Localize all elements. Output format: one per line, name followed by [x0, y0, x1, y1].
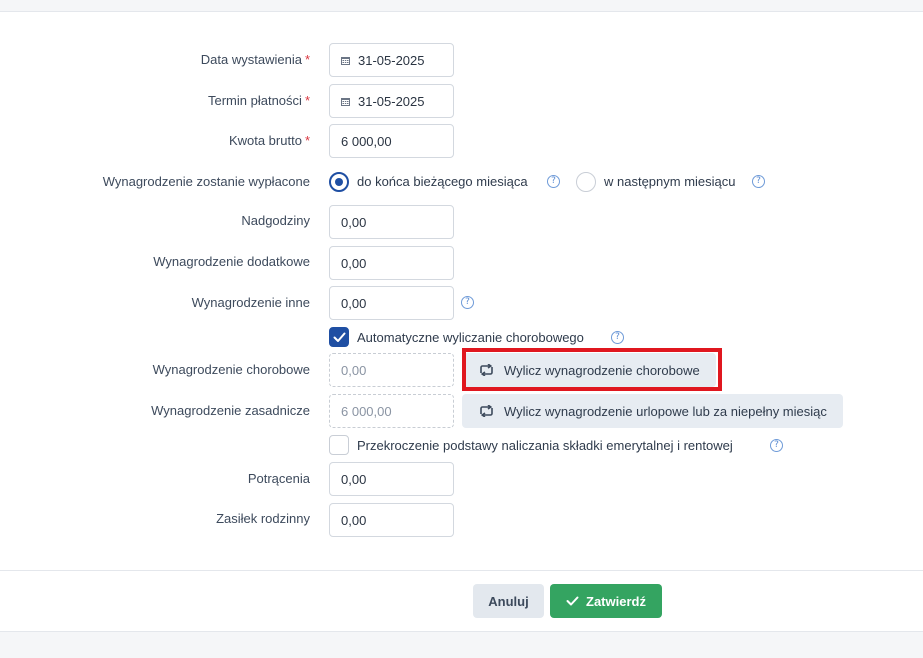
data-wystawienia-value: 31-05-2025 — [358, 52, 425, 68]
wyn-dodatkowe-input[interactable]: 0,00 — [329, 246, 454, 280]
required-mark: * — [304, 93, 310, 108]
data-wystawienia-label: Data wystawienia * — [200, 52, 310, 67]
wylicz-urlopowe-label: Wylicz wynagrodzenie urlopowe lub za nie… — [504, 403, 827, 419]
radio-do-konca-miesiaca-label[interactable]: do końca bieżącego miesiąca — [357, 174, 528, 189]
data-wystawienia-input[interactable]: 31-05-2025 — [329, 43, 454, 77]
zasilek-label: Zasiłek rodzinny — [216, 511, 310, 526]
wyn-dodatkowe-label: Wynagrodzenie dodatkowe — [153, 254, 310, 269]
wyn-inne-label: Wynagrodzenie inne — [191, 295, 310, 310]
kwota-brutto-label: Kwota brutto * — [228, 133, 310, 148]
auto-chorobowe-label[interactable]: Automatyczne wyliczanie chorobowego — [357, 330, 584, 345]
kwota-brutto-value: 6 000,00 — [341, 133, 392, 149]
help-icon[interactable]: ? — [770, 439, 783, 452]
potracenia-label: Potrącenia — [247, 471, 310, 486]
cancel-button-label: Anuluj — [488, 593, 529, 609]
bottom-strip — [0, 631, 923, 658]
auto-chorobowe-checkbox[interactable] — [329, 327, 349, 347]
wyn-zasadnicze-value: 6 000,00 — [341, 403, 392, 419]
required-mark: * — [304, 52, 310, 67]
termin-platnosci-label: Termin płatności * — [208, 93, 310, 108]
check-icon — [333, 332, 346, 342]
kwota-brutto-input[interactable]: 6 000,00 — [329, 124, 454, 158]
footer-divider — [0, 570, 923, 571]
potracenia-value: 0,00 — [341, 471, 367, 487]
termin-platnosci-value: 31-05-2025 — [358, 93, 425, 109]
check-icon — [566, 596, 579, 606]
confirm-button-label: Zatwierdź — [586, 593, 646, 609]
wyn-zasadnicze-input: 6 000,00 — [329, 394, 454, 428]
wyn-chorobowe-value: 0,00 — [341, 362, 367, 378]
nadgodziny-value: 0,00 — [341, 214, 367, 230]
cancel-button[interactable]: Anuluj — [473, 584, 544, 618]
wyplata-label: Wynagrodzenie zostanie wypłacone — [102, 174, 310, 189]
przekroczenie-label[interactable]: Przekroczenie podstawy naliczania składk… — [357, 438, 733, 453]
potracenia-input[interactable]: 0,00 — [329, 462, 454, 496]
calendar-icon — [341, 56, 350, 65]
help-icon[interactable]: ? — [611, 331, 624, 344]
wyn-dodatkowe-value: 0,00 — [341, 255, 367, 271]
help-icon[interactable]: ? — [547, 175, 560, 188]
radio-nastepny-miesiac[interactable] — [576, 172, 596, 192]
zasilek-input[interactable]: 0,00 — [329, 503, 454, 537]
refresh-icon — [480, 405, 493, 417]
zasilek-value: 0,00 — [341, 512, 367, 528]
nadgodziny-input[interactable]: 0,00 — [329, 205, 454, 239]
calendar-icon — [341, 97, 350, 106]
required-mark: * — [304, 133, 310, 148]
przekroczenie-checkbox[interactable] — [329, 435, 349, 455]
nadgodziny-label: Nadgodziny — [241, 213, 310, 228]
help-icon[interactable]: ? — [752, 175, 765, 188]
help-icon[interactable]: ? — [461, 296, 474, 309]
confirm-button[interactable]: Zatwierdź — [550, 584, 662, 618]
wyn-inne-value: 0,00 — [341, 295, 367, 311]
wyn-chorobowe-input: 0,00 — [329, 353, 454, 387]
highlight-box — [462, 348, 722, 391]
wyn-zasadnicze-label: Wynagrodzenie zasadnicze — [151, 403, 310, 418]
termin-platnosci-input[interactable]: 31-05-2025 — [329, 84, 454, 118]
wylicz-urlopowe-button[interactable]: Wylicz wynagrodzenie urlopowe lub za nie… — [462, 394, 843, 428]
wyn-inne-input[interactable]: 0,00 — [329, 286, 454, 320]
wyn-chorobowe-label: Wynagrodzenie chorobowe — [152, 362, 310, 377]
radio-do-konca-miesiaca[interactable] — [329, 172, 349, 192]
radio-nastepny-miesiac-label[interactable]: w następnym miesiącu — [604, 174, 736, 189]
top-strip — [0, 0, 923, 12]
